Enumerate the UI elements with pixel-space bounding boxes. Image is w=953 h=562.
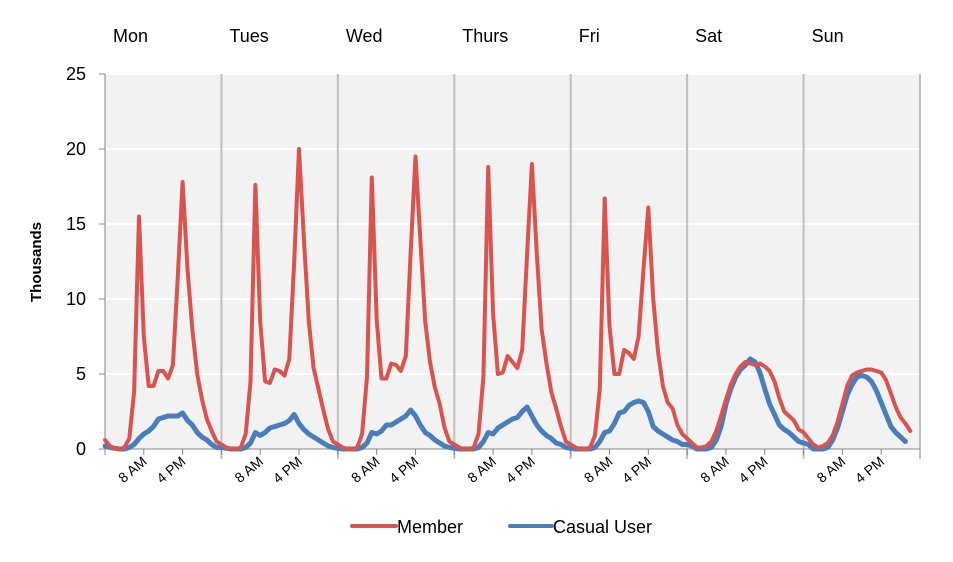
- day-label: Wed: [346, 26, 383, 46]
- x-tick-label: 8 AM: [697, 453, 732, 486]
- x-tick-label: 8 AM: [464, 453, 499, 486]
- day-labels: Mon Tues Wed Thurs Fri Sat Sun: [113, 26, 844, 46]
- y-tick-label: 20: [66, 139, 86, 159]
- x-tick-label: 4 PM: [503, 453, 538, 486]
- x-tick-label: 8 AM: [814, 453, 849, 486]
- day-label: Sun: [812, 26, 844, 46]
- y-tick-label: 5: [76, 364, 86, 384]
- y-tick-label: 15: [66, 214, 86, 234]
- x-tick-label: 4 PM: [852, 453, 887, 486]
- legend-member-label: Member: [397, 517, 463, 537]
- y-tick-label: 0: [76, 439, 86, 459]
- x-tick-label: 4 PM: [386, 453, 421, 486]
- x-tick-label: 4 PM: [619, 453, 654, 486]
- legend: Member Casual User: [350, 517, 652, 537]
- x-tick-labels: 8 AM 4 PM 8 AM 4 PM 8 AM 4 PM 8 AM 4 PM 8 AM 4 PM…: [115, 453, 887, 486]
- day-label: Mon: [113, 26, 148, 46]
- y-tick-label: 25: [66, 64, 86, 84]
- plot-area: [105, 74, 920, 449]
- y-tick-label: 10: [66, 289, 86, 309]
- x-tick-label: 4 PM: [270, 453, 305, 486]
- x-tick-label: 8 AM: [581, 453, 616, 486]
- chart: 0510152025 8 AM 4 PM 8 AM 4 PM 8 AM 4 PM 8 AM 4…: [28, 26, 921, 537]
- day-label: Tues: [229, 26, 268, 46]
- x-tick-label: 4 PM: [153, 453, 188, 486]
- y-axis-label: Thousands: [28, 222, 45, 302]
- x-tick-label: 4 PM: [735, 453, 770, 486]
- day-label: Fri: [579, 26, 600, 46]
- y-tick-labels: 0 5 10 15 20 25: [66, 64, 86, 459]
- x-tick-label: 8 AM: [348, 453, 383, 486]
- x-tick-label: 8 AM: [231, 453, 266, 486]
- day-label: Thurs: [462, 26, 508, 46]
- day-label: Sat: [695, 26, 722, 46]
- legend-casual-label: Casual User: [553, 517, 652, 537]
- x-tick-label: 8 AM: [115, 453, 150, 486]
